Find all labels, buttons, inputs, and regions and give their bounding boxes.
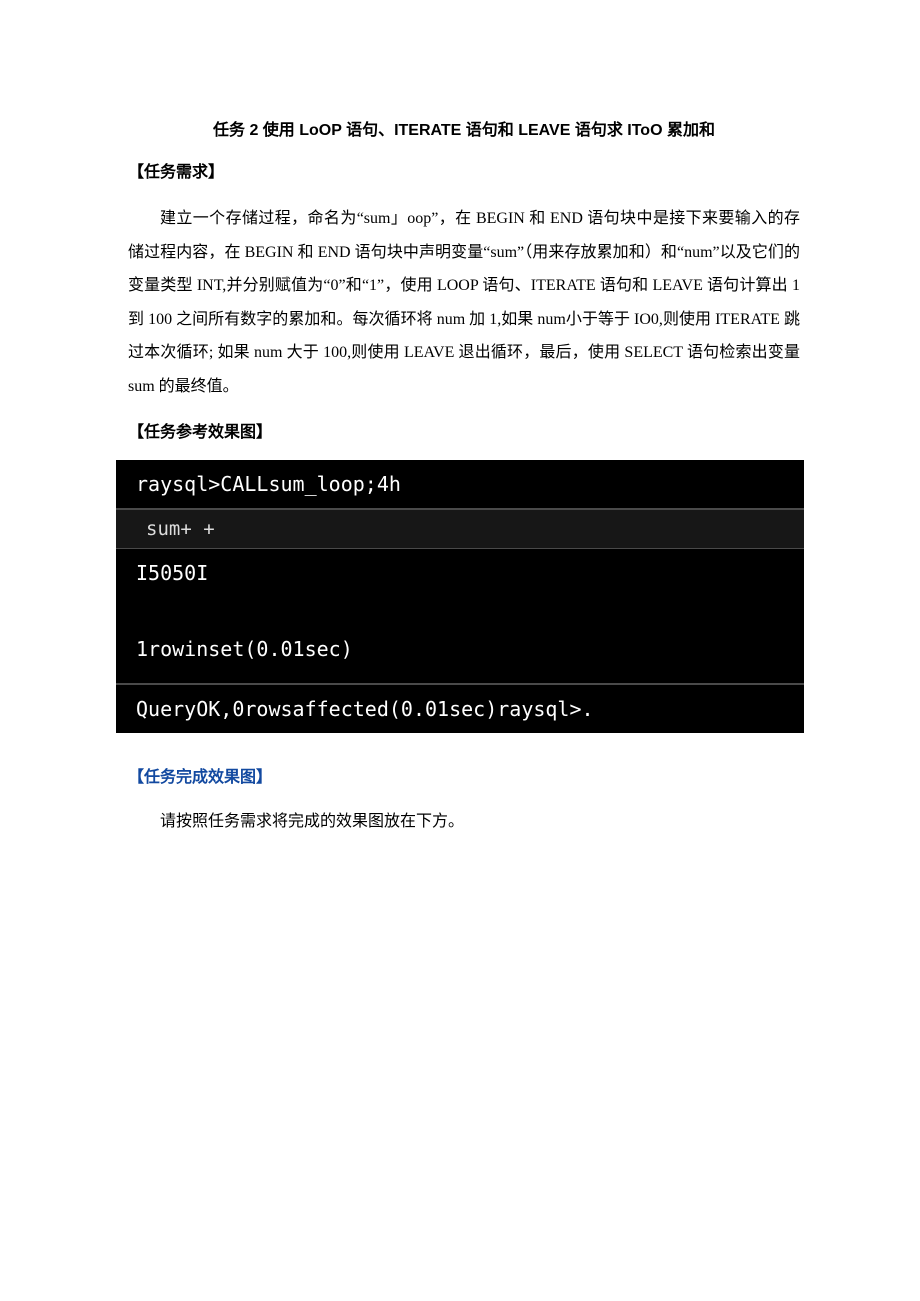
console-rowset-line: 1rowinset(0.01sec) — [116, 625, 804, 685]
console-column-header: sum+ + — [116, 509, 804, 549]
section-complete-heading: 【任务完成效果图】 — [128, 763, 800, 787]
document-title: 任务 2 使用 LoOP 语句、ITERATE 语句和 LEAVE 语句求 IT… — [128, 116, 800, 140]
section-requirements-heading: 【任务需求】 — [128, 158, 800, 182]
requirements-paragraph: 建立一个存储过程，命名为“sum」oop”，在 BEGIN 和 END 语句块中… — [128, 202, 800, 404]
console-output: raysql>CALLsum_loop;4h sum+ + I5050I 1ro… — [116, 460, 804, 733]
console-result-value: I5050I — [116, 549, 804, 625]
console-queryok-line: QueryOK,0rowsaffected(0.01sec)raysql>. — [116, 685, 804, 733]
section-reference-heading: 【任务参考效果图】 — [128, 418, 800, 442]
complete-instruction-paragraph: 请按照任务需求将完成的效果图放在下方。 — [128, 807, 800, 837]
document-page: 任务 2 使用 LoOP 语句、ITERATE 语句和 LEAVE 语句求 IT… — [0, 0, 920, 837]
console-prompt-line: raysql>CALLsum_loop;4h — [116, 460, 804, 509]
